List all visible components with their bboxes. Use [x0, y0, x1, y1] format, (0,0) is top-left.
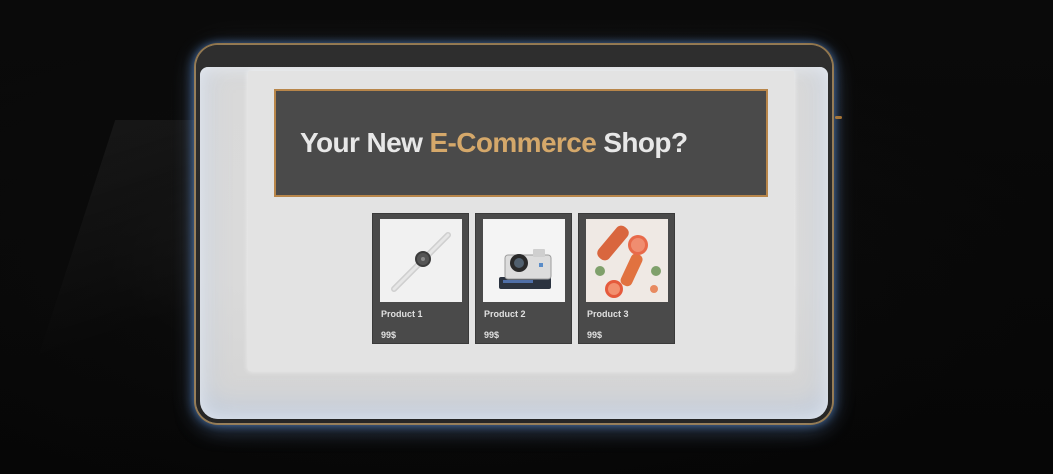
smartwatch-icon: [380, 219, 462, 302]
hero-title: Your New E-Commerce Shop?: [300, 127, 688, 159]
light-glint: [835, 116, 842, 119]
product-price: 99$: [484, 330, 500, 340]
product-card-1[interactable]: Product 1 99$: [372, 213, 469, 344]
hero-banner: Your New E-Commerce Shop?: [274, 89, 768, 197]
product-card-2[interactable]: Product 2 99$: [475, 213, 572, 344]
product-price: 99$: [381, 330, 397, 340]
camera-icon: [483, 219, 565, 302]
product-image-3: [586, 219, 668, 302]
device-frame: Your New E-Commerce Shop? Product 1 99$ …: [196, 45, 832, 423]
product-image-2: [483, 219, 565, 302]
fruit-carrots-icon: [586, 219, 668, 302]
hero-title-accent: E-Commerce: [429, 127, 597, 158]
web-page: Your New E-Commerce Shop? Product 1 99$ …: [248, 71, 794, 371]
product-name: Product 1: [381, 309, 423, 319]
hero-title-suffix: Shop?: [596, 127, 688, 158]
product-price: 99$: [587, 330, 603, 340]
scene-background: Your New E-Commerce Shop? Product 1 99$ …: [0, 0, 1053, 474]
product-name: Product 2: [484, 309, 526, 319]
product-name: Product 3: [587, 309, 629, 319]
product-image-1: [380, 219, 462, 302]
product-card-3[interactable]: Product 3 99$: [578, 213, 675, 344]
product-grid: Product 1 99$ Product 2 99$ Product 3 99…: [372, 213, 675, 344]
device-screen: Your New E-Commerce Shop? Product 1 99$ …: [200, 67, 828, 419]
hero-title-prefix: Your New: [300, 127, 430, 158]
